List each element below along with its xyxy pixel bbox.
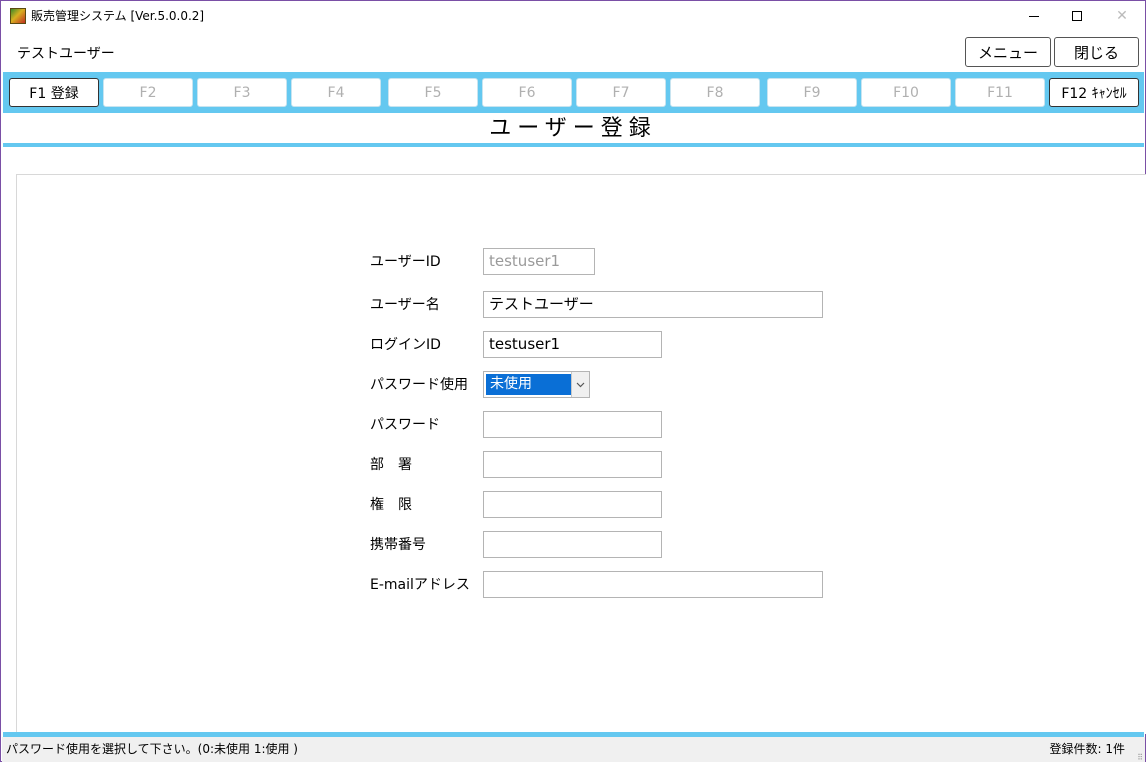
password-label: パスワード (370, 417, 440, 433)
f7-button[interactable]: F7 (576, 78, 666, 107)
f9-button[interactable]: F9 (767, 78, 857, 107)
user-name-field[interactable]: テストユーザー (483, 291, 823, 318)
record-count: 登録件数: 1件 (1049, 742, 1126, 756)
department-label: 部 署 (370, 457, 412, 473)
login-id-field[interactable]: testuser1 (483, 331, 662, 358)
minimize-button[interactable] (1011, 1, 1057, 31)
f12-cancel-button[interactable]: F12 ｷｬﾝｾﾙ (1049, 78, 1139, 107)
maximize-icon (1072, 11, 1082, 21)
department-field[interactable] (483, 451, 662, 478)
email-field[interactable] (483, 571, 823, 598)
password-field[interactable] (483, 411, 662, 438)
title-divider (3, 143, 1144, 147)
page-title: ユーザー登録 (489, 116, 657, 141)
f5-button[interactable]: F5 (388, 78, 478, 107)
close-button[interactable]: 閉じる (1054, 37, 1139, 67)
f3-button[interactable]: F3 (197, 78, 287, 107)
f11-button[interactable]: F11 (955, 78, 1045, 107)
current-user-label: テストユーザー (17, 46, 115, 62)
f2-button[interactable]: F2 (103, 78, 193, 107)
login-id-label: ログインID (370, 337, 441, 353)
permission-field[interactable] (483, 491, 662, 518)
app-icon (10, 8, 26, 24)
mobile-label: 携帯番号 (370, 537, 426, 553)
f8-button[interactable]: F8 (670, 78, 760, 107)
password-use-selected-value: 未使用 (486, 374, 571, 395)
password-use-select[interactable]: 未使用 (483, 371, 590, 398)
status-bar: パスワード使用を選択して下さい。(0:未使用 1:使用 ) 登録件数: 1件 ⠿ (2, 737, 1145, 762)
email-label: E-mailアドレス (370, 577, 470, 593)
f4-button[interactable]: F4 (291, 78, 381, 107)
user-id-label: ユーザーID (370, 254, 441, 270)
function-key-bar: F1 登録 F2 F3 F4 F5 F6 F7 F8 F9 F10 F11 F1… (3, 72, 1144, 113)
app-window: 販売管理システム [Ver.5.0.0.2] ✕ テストユーザー メニュー 閉じ… (0, 0, 1146, 762)
window-title: 販売管理システム [Ver.5.0.0.2] (31, 9, 205, 23)
f10-button[interactable]: F10 (861, 78, 951, 107)
chevron-down-icon[interactable] (571, 372, 589, 397)
user-id-field: testuser1 (483, 248, 595, 275)
f6-button[interactable]: F6 (482, 78, 572, 107)
password-use-label: パスワード使用 (370, 377, 468, 393)
mobile-field[interactable] (483, 531, 662, 558)
maximize-button[interactable] (1054, 1, 1100, 31)
permission-label: 権 限 (370, 497, 412, 513)
close-icon: ✕ (1116, 8, 1128, 24)
menu-button[interactable]: メニュー (965, 37, 1051, 67)
title-bar: 販売管理システム [Ver.5.0.0.2] ✕ (1, 1, 1145, 31)
status-message: パスワード使用を選択して下さい。(0:未使用 1:使用 ) (6, 742, 298, 756)
f1-register-button[interactable]: F1 登録 (9, 78, 99, 107)
user-name-label: ユーザー名 (370, 297, 440, 313)
resize-grip-icon[interactable]: ⠿ (1137, 745, 1143, 762)
window-close-button[interactable]: ✕ (1099, 1, 1145, 31)
minimize-icon (1029, 15, 1039, 17)
